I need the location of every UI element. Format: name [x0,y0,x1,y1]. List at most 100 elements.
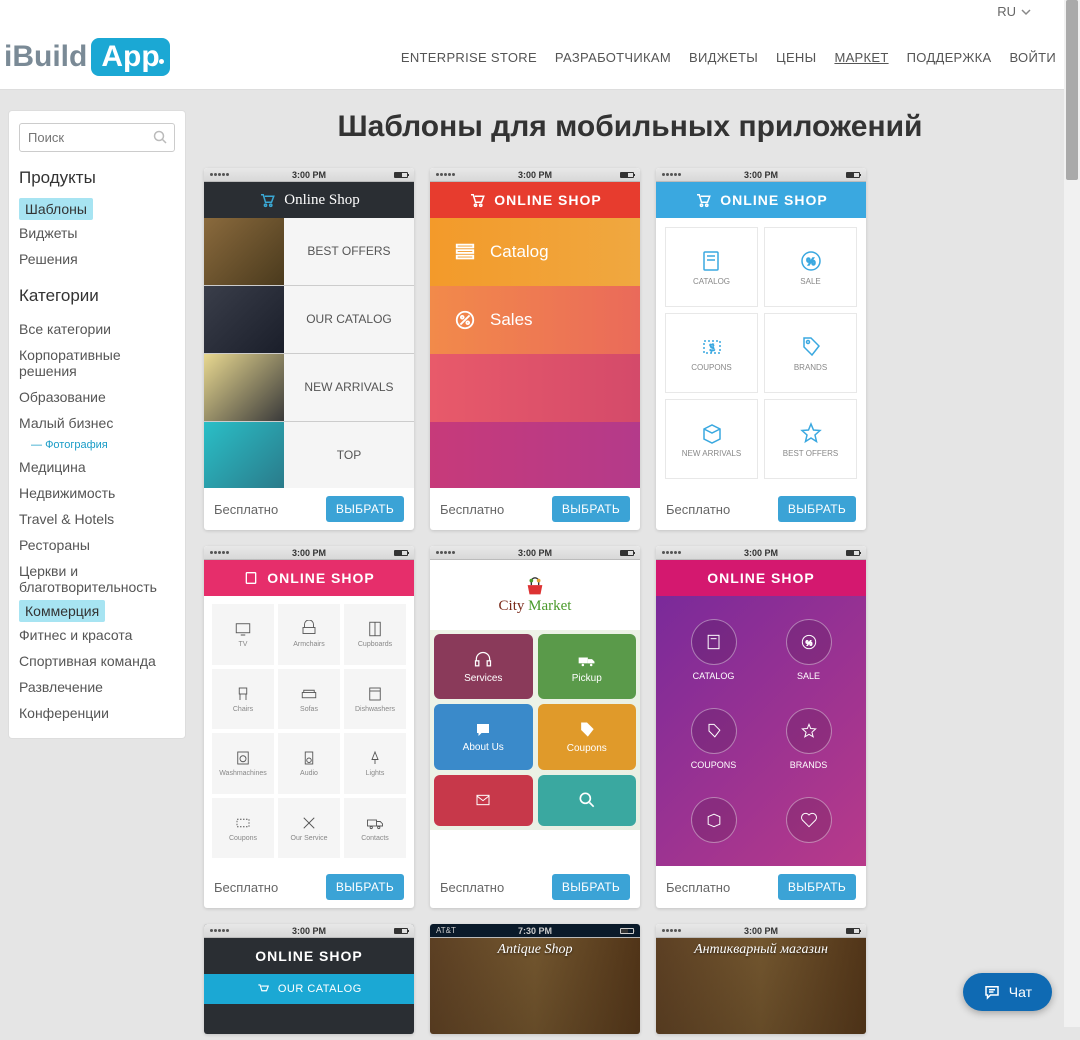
nav-widgets[interactable]: ВИДЖЕТЫ [689,50,758,65]
sidebar-cat-smallbiz[interactable]: Малый бизнес [19,410,175,436]
row-label: TOP [284,448,414,464]
template-card[interactable]: 3:00 PM ONLINE SHOP TV Armchairs Cupboar… [204,546,414,908]
language-label: RU [997,4,1016,19]
nav-login[interactable]: ВОЙТИ [1010,50,1056,65]
chevron-down-icon [1020,6,1032,18]
logo[interactable]: iBuild App [4,38,170,76]
sidebar-cat-restaurants[interactable]: Рестораны [19,532,175,558]
phone-statusbar: 3:00 PM [204,168,414,182]
catalog-icon [704,632,724,652]
page-scrollbar[interactable] [1064,0,1080,1027]
template-card[interactable]: AT&T7:30 PM Antique Shop [430,924,640,1034]
info-icon [473,721,493,739]
box-icon [700,421,724,445]
template-preview: 3:00 PM Online Shop BEST OFFERS OUR CATA… [204,168,414,488]
card-footer: Бесплатно ВЫБРАТЬ [204,866,414,908]
template-card[interactable]: 3:00 PM ONLINE SHOP CATALOG %SALE COUPON… [656,546,866,908]
catalog-icon [700,249,724,273]
sidebar-cat-church[interactable]: Церкви и благотворительность [19,558,175,600]
template-card[interactable]: 3:00 PM Online Shop BEST OFFERS OUR CATA… [204,168,414,530]
svg-text:$: $ [709,343,715,354]
main-nav: ENTERPRISE STORE РАЗРАБОТЧИКАМ ВИДЖЕТЫ Ц… [401,50,1056,65]
tools-icon [300,814,318,832]
select-button[interactable]: ВЫБРАТЬ [552,496,630,522]
star-icon [799,421,823,445]
app-header: ONLINE SHOP [204,938,414,974]
truck-icon [577,650,597,670]
chat-widget[interactable]: Чат [963,973,1052,1011]
sidebar-cat-sports[interactable]: Спортивная команда [19,648,175,674]
row-label: Sales [490,310,533,330]
template-preview: 3:00 PM ONLINE SHOP Catalog Sales [430,168,640,488]
card-footer: Бесплатно ВЫБРАТЬ [430,866,640,908]
sidebar-cat-entertainment[interactable]: Развлечение [19,674,175,700]
tag-icon [799,335,823,359]
price-label: Бесплатно [666,502,730,517]
dishwasher-icon [366,685,384,703]
row-label: Catalog [490,242,549,262]
box-icon [704,810,724,830]
sidebar-cat-medicine[interactable]: Медицина [19,454,175,480]
template-card[interactable]: 3:00 PM City Market Services Pickup Abou… [430,546,640,908]
card-footer: Бесплатно ВЫБРАТЬ [656,866,866,908]
template-card[interactable]: 3:00 PM Антикварный магазин [656,924,866,1034]
heart-icon [799,810,819,830]
sidebar-cat-conferences[interactable]: Конференции [19,700,175,726]
sidebar-item-solutions[interactable]: Решения [19,246,175,272]
tag-icon [704,721,724,741]
template-card[interactable]: 3:00 PM ONLINE SHOP CATALOG %SALE $COUPO… [656,168,866,530]
template-card[interactable]: 3:00 PM ONLINE SHOP Catalog Sales Беспла… [430,168,640,530]
sidebar-subcat-photo[interactable]: Фотография [31,436,175,454]
nav-pricing[interactable]: ЦЕНЫ [776,50,816,65]
sidebar-categories-heading: Категории [19,286,175,306]
nav-support[interactable]: ПОДДЕРЖКА [907,50,992,65]
nav-developers[interactable]: РАЗРАБОТЧИКАМ [555,50,671,65]
logo-text-2: App [91,38,169,76]
sidebar-cat-commerce[interactable]: Коммерция [19,600,105,622]
app-header: Online Shop [204,182,414,218]
price-label: Бесплатно [666,880,730,895]
page-title: Шаблоны для мобильных приложений [204,110,1056,144]
app-title: Антикварный магазин [694,942,828,958]
template-preview: AT&T7:30 PM Antique Shop [430,924,640,1034]
search-icon [577,790,597,810]
app-title: ONLINE SHOP [255,948,362,964]
row-label: OUR CATALOG [204,974,414,1004]
search-icon [153,130,167,144]
coupon-icon [234,814,252,832]
sidebar-cat-fitness[interactable]: Фитнес и красота [19,622,175,648]
app-title: ONLINE SHOP [707,570,814,586]
cupboard-icon [366,620,384,638]
percent-icon [454,309,476,331]
search-input[interactable] [19,123,175,152]
sidebar-item-widgets[interactable]: Виджеты [19,220,175,246]
nav-enterprise-store[interactable]: ENTERPRISE STORE [401,50,537,65]
search-box [19,123,175,152]
sidebar-cat-all[interactable]: Все категории [19,316,175,342]
select-button[interactable]: ВЫБРАТЬ [326,874,404,900]
sidebar-cat-education[interactable]: Образование [19,384,175,410]
select-button[interactable]: ВЫБРАТЬ [778,874,856,900]
washmachine-icon [234,749,252,767]
nav-market[interactable]: МАРКЕТ [834,50,888,65]
shop-icon [243,570,259,586]
chair-icon [234,685,252,703]
card-footer: Бесплатно ВЫБРАТЬ [204,488,414,530]
sidebar-item-templates[interactable]: Шаблоны [19,198,93,220]
row-label: BEST OFFERS [284,244,414,260]
armchair-icon [300,620,318,638]
sidebar-cat-realestate[interactable]: Недвижимость [19,480,175,506]
audio-icon [300,749,318,767]
app-title: ONLINE SHOP [494,192,601,208]
select-button[interactable]: ВЫБРАТЬ [552,874,630,900]
sidebar-cat-corporate[interactable]: Корпоративные решения [19,342,175,384]
select-button[interactable]: ВЫБРАТЬ [778,496,856,522]
sidebar-cat-travel[interactable]: Travel & Hotels [19,506,175,532]
card-footer: Бесплатно ВЫБРАТЬ [430,488,640,530]
select-button[interactable]: ВЫБРАТЬ [326,496,404,522]
template-card[interactable]: 3:00 PM ONLINE SHOP OUR CATALOG [204,924,414,1034]
cell-label: SALE [800,277,820,286]
cell-label: BEST OFFERS [783,449,838,458]
phone-statusbar: 3:00 PM [430,546,640,560]
language-selector[interactable]: RU [997,4,1032,19]
